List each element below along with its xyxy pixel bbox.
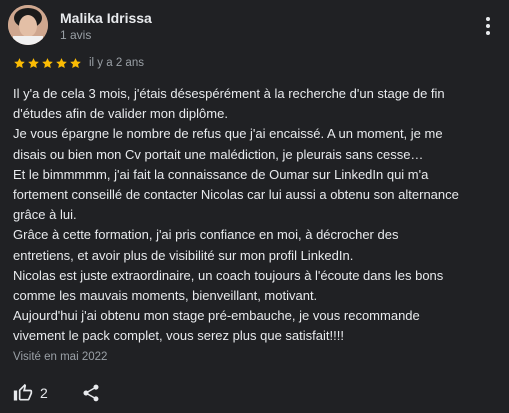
like-count: 2 <box>40 385 48 401</box>
author-name[interactable]: Malika Idrissa <box>60 10 152 26</box>
visited-date: Visité en mai 2022 <box>13 351 108 363</box>
review-card: Malika Idrissa 1 avis il y a 2 ans Il y'… <box>0 0 509 413</box>
more-dot <box>486 31 490 35</box>
share-icon <box>83 384 99 402</box>
review-line: vivement le pack complet, vous serez plu… <box>13 328 344 344</box>
rating-row: il y a 2 ans <box>13 55 144 71</box>
review-line: fortement conseillé de contacter Nicolas… <box>13 187 459 203</box>
like-button[interactable]: 2 <box>13 383 48 403</box>
star-rating <box>13 57 82 70</box>
star-icon <box>56 57 67 68</box>
review-line: grâce à lui. <box>13 207 77 223</box>
share-button[interactable] <box>81 383 101 403</box>
review-count: 1 avis <box>60 28 92 42</box>
review-actions: 2 <box>13 380 101 406</box>
review-line: Je vous épargne le nombre de refus que j… <box>13 126 443 142</box>
review-line: d'études afin de valider mon diplôme. <box>13 106 228 122</box>
star-icon <box>28 57 39 68</box>
review-line: Grâce à cette formation, j'ai pris confi… <box>13 227 399 243</box>
more-dot <box>486 17 490 21</box>
review-line: disais ou bien mon Cv portait une malédi… <box>13 146 424 162</box>
star-icon <box>14 57 25 68</box>
more-options-icon[interactable] <box>478 12 498 40</box>
review-line: comme les mauvais moments, bienveillant,… <box>13 288 318 304</box>
more-dot <box>486 24 490 28</box>
star-icon <box>70 57 81 68</box>
avatar-photo <box>8 5 48 45</box>
review-line: entretiens, et avoir plus de visibilité … <box>13 247 354 263</box>
review-line: Nicolas est juste extraordinaire, un coa… <box>13 267 444 283</box>
review-line: Aujourd'hui j'ai obtenu mon stage pré-em… <box>13 308 420 324</box>
review-line: Il y'a de cela 3 mois, j'étais désespéré… <box>13 86 445 101</box>
avatar[interactable] <box>8 5 48 45</box>
review-text: Il y'a de cela 3 mois, j'étais désespéré… <box>13 84 499 347</box>
thumb-up-icon <box>13 383 33 401</box>
star-icon <box>42 57 53 68</box>
review-line: Et le bimmmmm, j'ai fait la connaissance… <box>13 166 429 182</box>
review-date: il y a 2 ans <box>89 57 144 69</box>
